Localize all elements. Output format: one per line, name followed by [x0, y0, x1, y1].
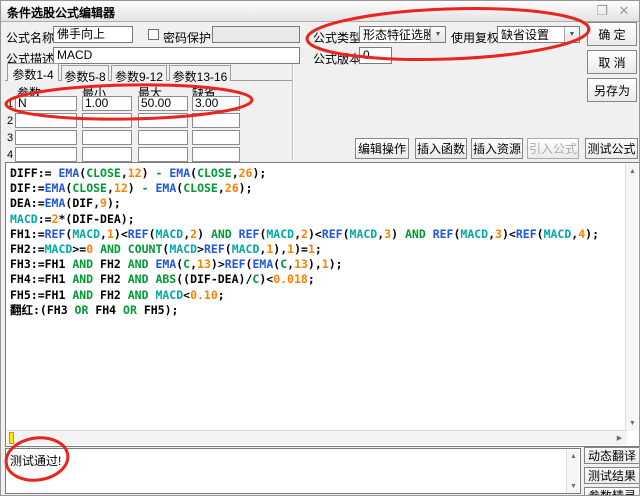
param-default-input[interactable]: 3.00 — [192, 96, 240, 111]
insert-function-button[interactable]: 插入函数 — [415, 138, 467, 159]
param-max-input[interactable] — [138, 147, 188, 162]
code-line: DEA:=EMA(DIF,9); — [10, 196, 623, 211]
param-default-input[interactable] — [192, 113, 240, 128]
scroll-up-icon[interactable]: ▲ — [567, 450, 580, 463]
param-max-input[interactable] — [138, 130, 188, 145]
param-max-input[interactable]: 50.00 — [138, 96, 188, 111]
insert-resource-button[interactable]: 插入资源 — [471, 138, 523, 159]
ok-button[interactable]: 确 定 — [587, 22, 637, 46]
adjust-rights-select[interactable]: 缺省设置 ▼ — [497, 26, 580, 43]
param-max-input[interactable] — [138, 113, 188, 128]
formula-code[interactable]: DIFF:= EMA(CLOSE,12) - EMA(CLOSE,26);DIF… — [10, 166, 623, 318]
formula-code-editor[interactable]: DIFF:= EMA(CLOSE,12) - EMA(CLOSE,26);DIF… — [5, 162, 640, 447]
code-line: FH1:=REF(MACD,1)<REF(MACD,2) AND REF(MAC… — [10, 227, 623, 242]
formula-name-label: 公式名称 — [6, 29, 54, 46]
code-line: FH4:=FH1 AND FH2 AND ABS((DIF-DEA)/C)<0.… — [10, 272, 623, 287]
scroll-up-icon[interactable]: ▲ — [626, 165, 639, 178]
param-name-input[interactable] — [15, 113, 77, 128]
code-line: DIFF:= EMA(CLOSE,12) - EMA(CLOSE,26); — [10, 166, 623, 181]
param-name-input[interactable] — [15, 130, 77, 145]
param-default-input[interactable] — [192, 130, 240, 145]
chevron-down-icon[interactable]: ▼ — [564, 27, 579, 42]
param-name-input[interactable] — [15, 147, 77, 162]
code-line: FH2:=MACD>=0 AND COUNT(MACD>REF(MACD,1),… — [10, 242, 623, 257]
formula-type-select[interactable]: 形态特征选股 ▼ — [359, 26, 446, 43]
formula-name-input[interactable]: 佛手向上 — [53, 26, 133, 43]
param-default-input[interactable] — [192, 147, 240, 162]
password-checkbox[interactable] — [148, 29, 159, 40]
param-row-number: 4 — [7, 149, 13, 161]
panel-divider — [292, 64, 294, 160]
test-formula-button[interactable]: 测试公式 — [585, 138, 638, 159]
scroll-right-icon[interactable]: ▶ — [613, 432, 626, 445]
param-name-input[interactable]: N — [15, 96, 77, 111]
param-row-number: 2 — [7, 115, 13, 127]
code-line: FH5:=FH1 AND FH2 AND MACD<0.10; — [10, 288, 623, 303]
code-line: FH3:=FH1 AND FH2 AND EMA(C,13)>REF(EMA(C… — [10, 257, 623, 272]
formula-type-label: 公式类型 — [313, 29, 361, 46]
formula-editor-dialog: 条件选股公式编辑器 ❐ ✕ 公式名称 佛手向上 密码保护 公式描述 MACD 公… — [0, 0, 640, 496]
title-bar[interactable]: 条件选股公式编辑器 ❐ ✕ — [1, 1, 639, 22]
code-line: 翻红:(FH3 OR FH4 OR FH5); — [10, 303, 623, 318]
formula-desc-input[interactable]: MACD — [53, 47, 300, 64]
formula-version-label: 公式版本 — [313, 50, 361, 67]
cancel-button[interactable]: 取 消 — [587, 50, 637, 74]
password-input — [212, 26, 300, 43]
maximize-icon[interactable]: ❐ — [593, 3, 611, 19]
scroll-down-icon[interactable]: ▼ — [567, 480, 580, 493]
param-min-input[interactable] — [82, 113, 132, 128]
edit-operations-button[interactable]: 编辑操作 — [355, 138, 409, 159]
test-output-box[interactable]: 测试通过! ▲ ▼ — [5, 448, 581, 494]
param-min-input[interactable]: 1.00 — [82, 96, 132, 111]
test-result-message: 测试通过! — [10, 452, 61, 469]
close-icon[interactable]: ✕ — [615, 3, 633, 19]
tab-params-13-16[interactable]: 参数13-16 — [169, 65, 231, 81]
scroll-down-icon[interactable]: ▼ — [626, 417, 639, 430]
text-caret-marker — [9, 432, 14, 444]
test-result-button[interactable]: 测试结果 — [584, 467, 640, 484]
chevron-down-icon[interactable]: ▼ — [430, 27, 445, 42]
tab-params-9-12[interactable]: 参数9-12 — [111, 65, 167, 81]
code-line: MACD:=2*(DIF-DEA); — [10, 212, 623, 227]
import-formula-button: 引入公式 — [527, 138, 579, 159]
editor-vertical-scrollbar[interactable]: ▲ ▼ — [625, 164, 638, 431]
adjust-rights-label: 使用复权 — [451, 29, 499, 46]
param-row-number: 1 — [7, 98, 13, 110]
dynamic-translate-button[interactable]: 动态翻译 — [584, 447, 640, 464]
param-min-input[interactable] — [82, 130, 132, 145]
param-wizard-button[interactable]: 参数精灵 — [584, 487, 640, 496]
formula-version-input[interactable]: 0 — [359, 47, 392, 64]
adjust-rights-value: 缺省设置 — [498, 26, 564, 43]
param-min-input[interactable] — [82, 147, 132, 162]
formula-type-value: 形态特征选股 — [360, 26, 430, 43]
tab-params-5-8[interactable]: 参数5-8 — [61, 65, 109, 81]
window-title: 条件选股公式编辑器 — [7, 4, 115, 21]
status-vertical-scrollbar[interactable]: ▲ ▼ — [566, 450, 579, 493]
code-line: DIF:=EMA(CLOSE,12) - EMA(CLOSE,26); — [10, 181, 623, 196]
param-row-number: 3 — [7, 132, 13, 144]
tab-params-1-4[interactable]: 参数1-4 — [7, 63, 59, 81]
editor-horizontal-scrollbar[interactable]: ▶ — [7, 430, 627, 445]
save-as-button[interactable]: 另存为 — [587, 78, 637, 102]
password-label: 密码保护 — [163, 29, 211, 46]
